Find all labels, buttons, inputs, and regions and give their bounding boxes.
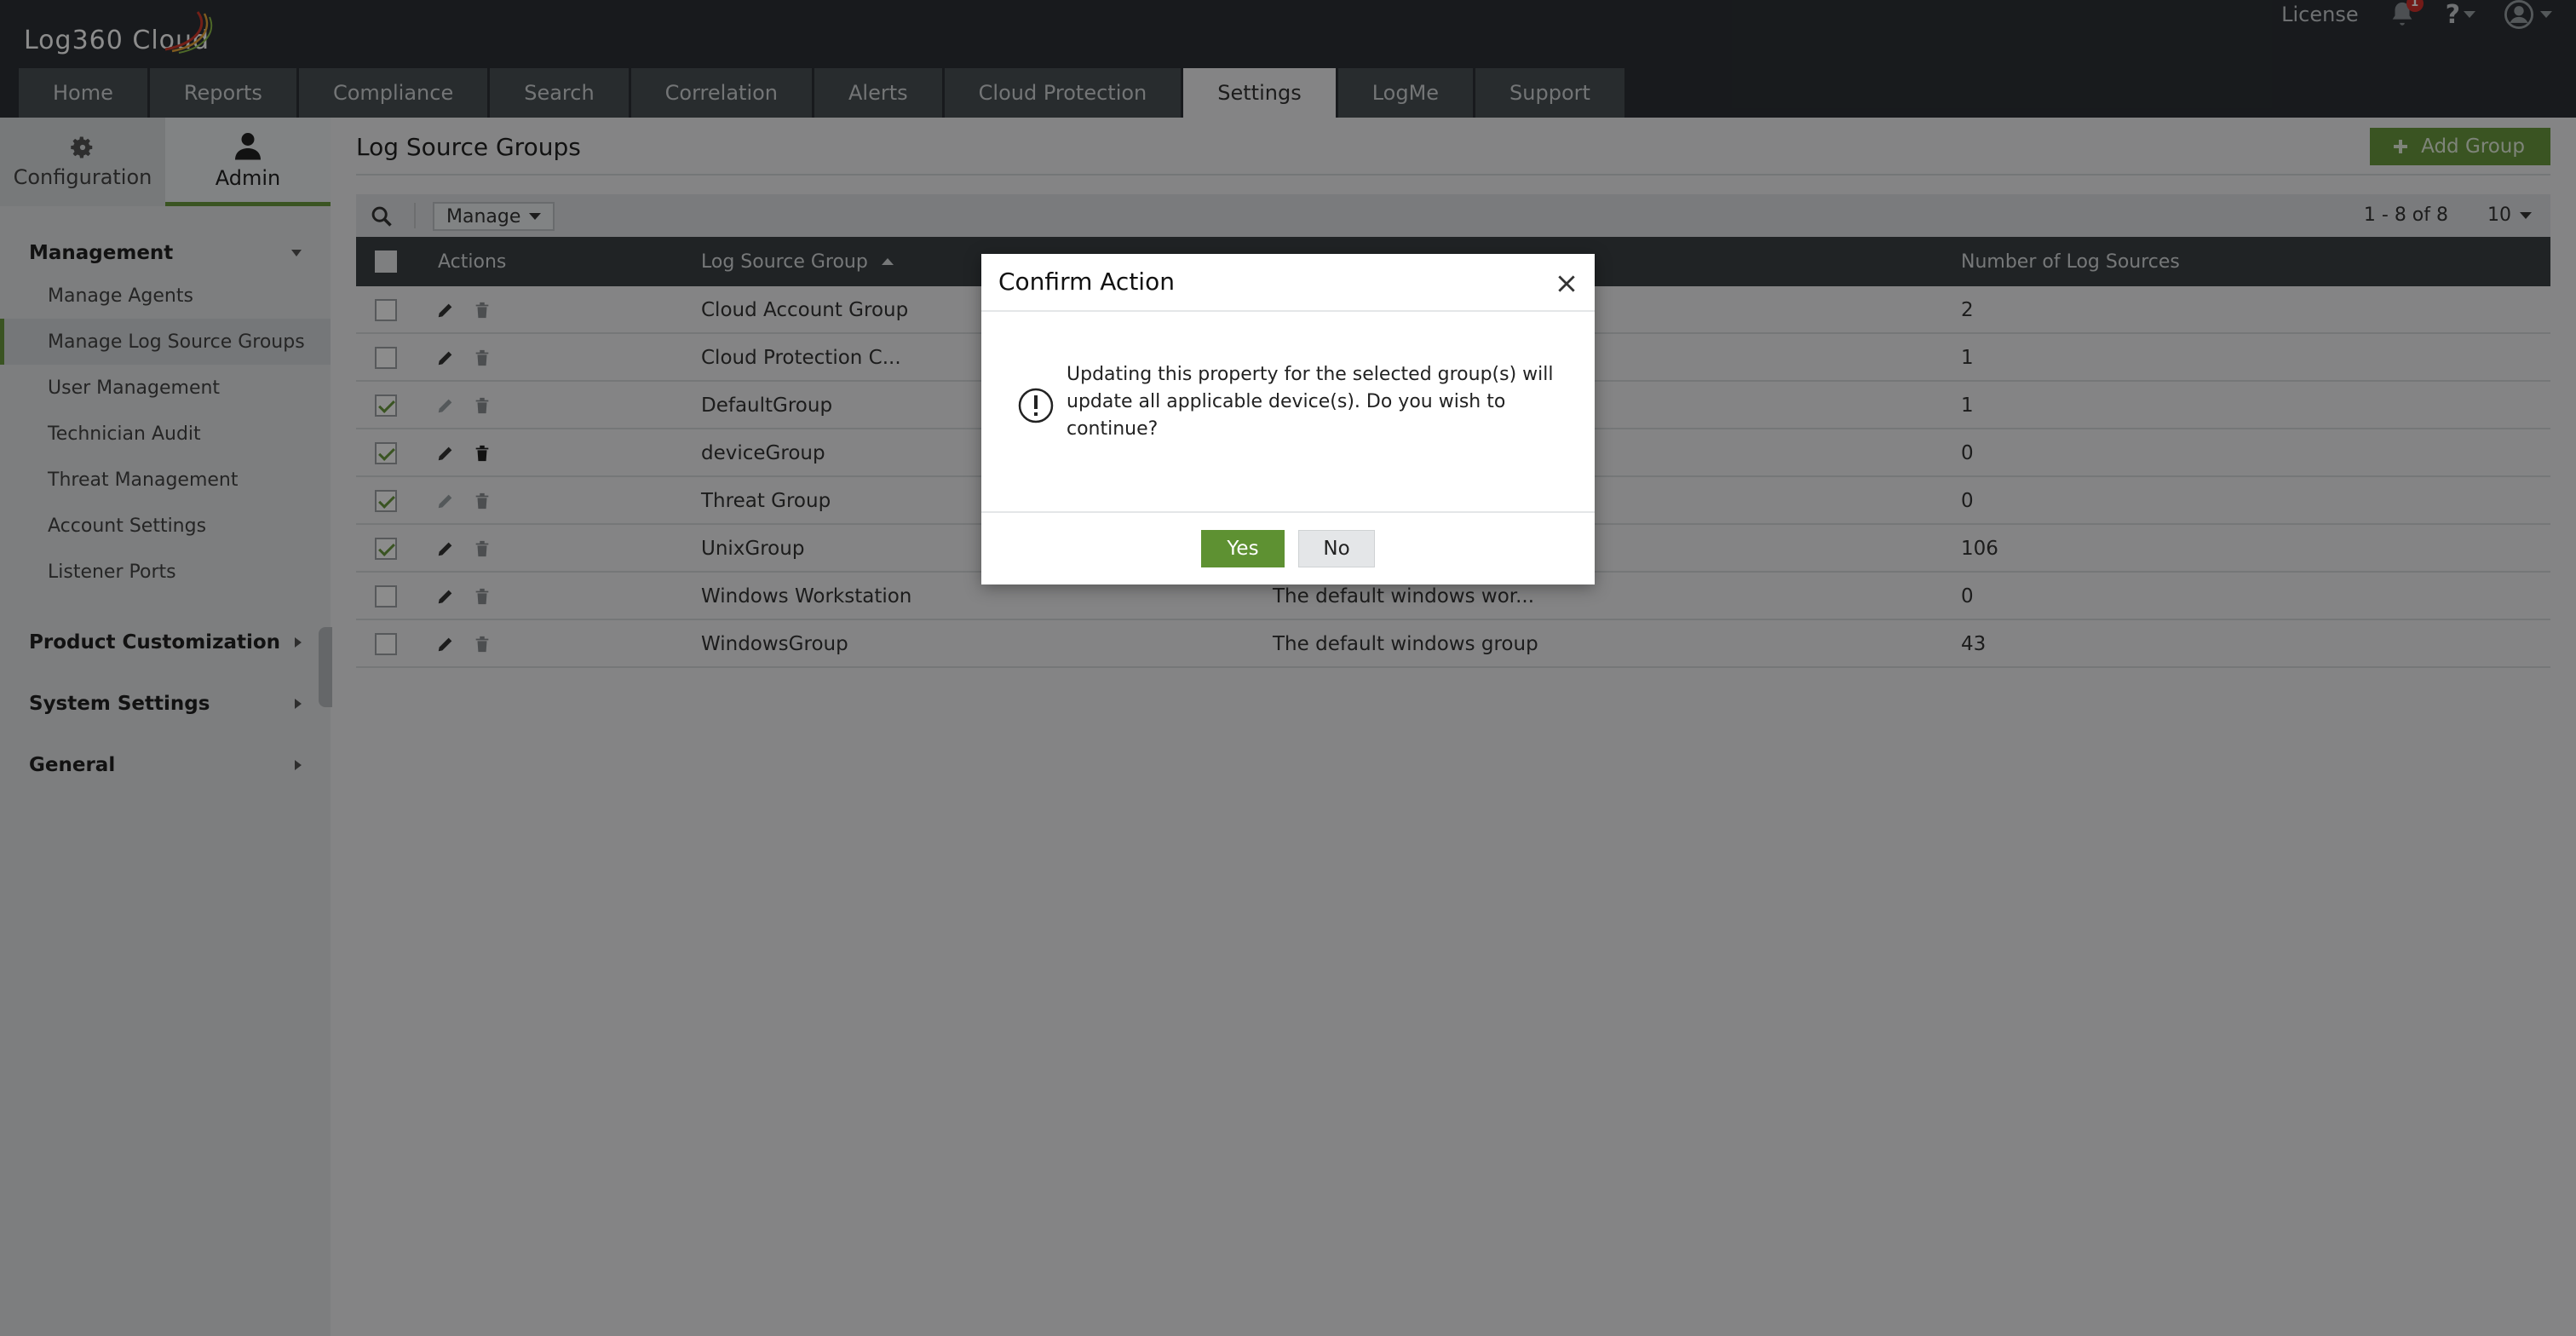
dialog-footer: Yes No	[981, 511, 1595, 584]
yes-button[interactable]: Yes	[1201, 530, 1285, 567]
warning-icon	[1018, 388, 1054, 423]
dialog-message: Updating this property for the selected …	[1067, 364, 1554, 440]
dialog-header: Confirm Action	[981, 254, 1595, 312]
modal-overlay	[0, 0, 2576, 1336]
dialog-title: Confirm Action	[998, 268, 1175, 296]
confirm-action-dialog: Confirm Action Updating this property fo…	[981, 254, 1595, 584]
no-button[interactable]: No	[1298, 530, 1375, 567]
dialog-body: Updating this property for the selected …	[981, 312, 1595, 510]
close-icon[interactable]	[1555, 273, 1578, 295]
